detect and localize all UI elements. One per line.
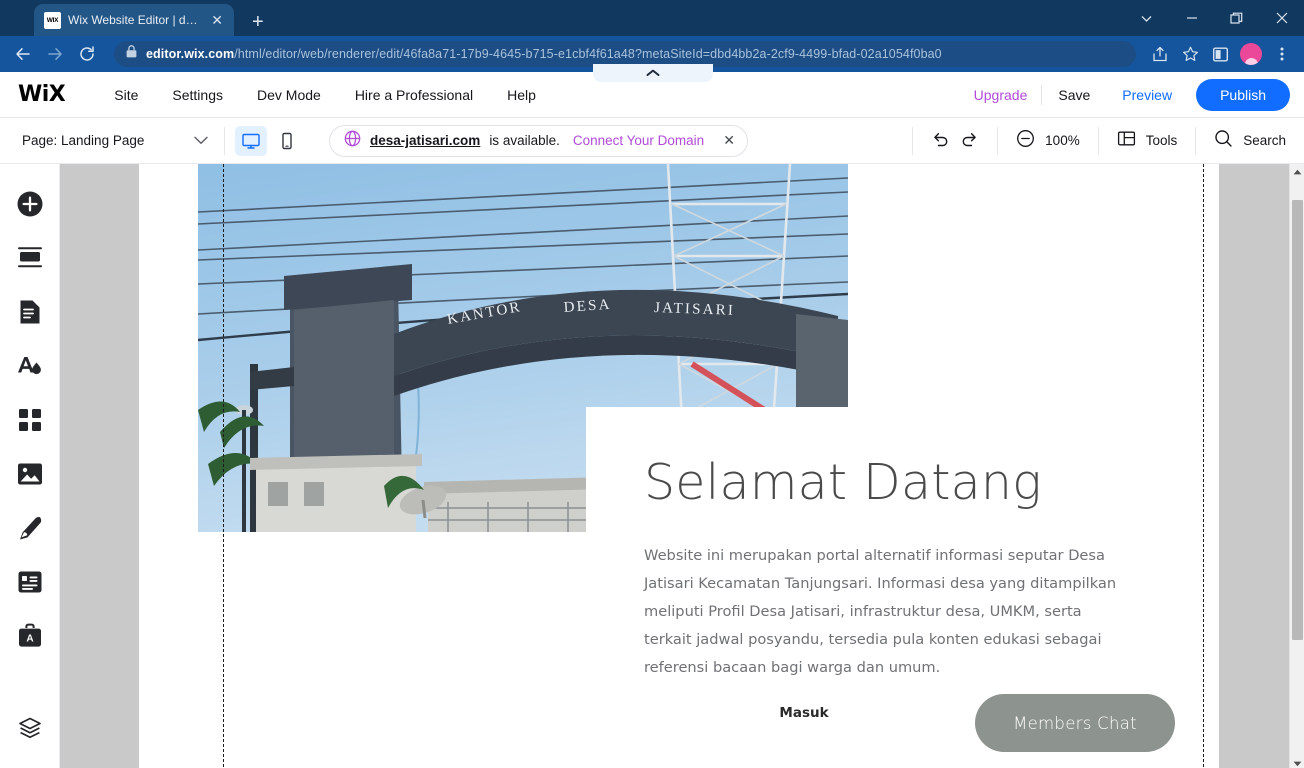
topbar-actions: Upgrade Save Preview Publish (960, 78, 1290, 111)
svg-text:A: A (26, 634, 33, 645)
zoom-group[interactable]: 100% (998, 118, 1098, 163)
editor-workspace: A KANTOR DESA JATISARI Selamat Datang We… (0, 164, 1304, 768)
media-icon[interactable] (12, 456, 48, 492)
content-manager-icon[interactable] (12, 564, 48, 600)
wix-logo[interactable]: WiX (18, 82, 66, 107)
add-section-icon[interactable] (12, 240, 48, 276)
profile-avatar[interactable] (1240, 43, 1262, 65)
layout-guide-right (1203, 164, 1204, 768)
scrollbar-thumb[interactable] (1292, 200, 1303, 640)
page-selector[interactable]: Page: Landing Page (0, 118, 224, 163)
browser-menu-kebab-icon[interactable] (1268, 40, 1296, 68)
viewport-toggle (225, 125, 313, 156)
new-tab-button[interactable]: + (252, 12, 264, 32)
publish-button[interactable]: Publish (1196, 78, 1290, 111)
undo-icon[interactable] (931, 129, 950, 153)
editor-canvas[interactable]: KANTOR DESA JATISARI Selamat Datang Webs… (60, 164, 1289, 768)
url-path: /html/editor/web/renderer/edit/46fa8a71-… (234, 47, 942, 61)
browser-tab[interactable]: WIX Wix Website Editor | desa-jatisari ✕ (34, 4, 234, 36)
collapse-toolbar-tab[interactable] (593, 64, 713, 82)
left-toolbar: A (0, 164, 60, 768)
members-chat-widget[interactable]: Members Chat (975, 694, 1175, 752)
canvas-vertical-scrollbar[interactable] (1289, 164, 1304, 768)
wix-favicon-icon: WIX (44, 11, 61, 29)
search-label: Search (1243, 133, 1286, 148)
layout-guide-left (223, 164, 224, 768)
bookmark-star-icon[interactable] (1176, 40, 1204, 68)
pages-menu-icon[interactable] (12, 294, 48, 330)
url-text: editor.wix.com/html/editor/web/renderer/… (146, 47, 942, 61)
domain-name-link[interactable]: desa-jatisari.com (370, 133, 480, 148)
forward-icon[interactable] (40, 39, 70, 69)
masuk-button[interactable]: Masuk (644, 705, 964, 721)
upgrade-link[interactable]: Upgrade (960, 87, 1042, 103)
business-tools-icon[interactable]: A (12, 618, 48, 654)
tools-label: Tools (1145, 133, 1178, 148)
hero-body-text[interactable]: Website ini merupakan portal alternatif … (644, 542, 1133, 682)
blog-icon[interactable] (12, 510, 48, 546)
desktop-view-button[interactable] (235, 125, 267, 156)
domain-banner: desa-jatisari.com is available. Connect … (329, 124, 748, 157)
search-icon (1214, 129, 1233, 153)
hero-title[interactable]: Selamat Datang (644, 456, 1133, 510)
svg-text:DESA: DESA (563, 297, 612, 316)
site-design-icon[interactable] (12, 348, 48, 384)
members-chat-label: Members Chat (1013, 713, 1137, 733)
add-element-icon[interactable] (12, 186, 48, 222)
scroll-up-arrow-icon[interactable] (1290, 164, 1304, 180)
chevron-down-icon (194, 132, 208, 150)
close-tab-icon[interactable]: ✕ (208, 11, 226, 29)
svg-text:JATISARI: JATISARI (654, 300, 735, 319)
maximize-icon[interactable] (1214, 0, 1259, 36)
side-panel-icon[interactable] (1206, 40, 1234, 68)
wix-editor-subbar: Page: Landing Page desa-jatisari.com is … (0, 118, 1304, 164)
menu-site[interactable]: Site (97, 87, 155, 103)
domain-status-text: is available. (489, 133, 560, 148)
menu-dev-mode[interactable]: Dev Mode (240, 87, 338, 103)
subbar-tools: 100% Tools Search (912, 118, 1304, 163)
close-window-icon[interactable] (1259, 0, 1304, 36)
menu-hire-a-professional[interactable]: Hire a Professional (338, 87, 490, 103)
avatar-icon (1244, 58, 1258, 65)
share-icon[interactable] (1146, 40, 1174, 68)
back-icon[interactable] (8, 39, 38, 69)
save-button[interactable]: Save (1042, 87, 1106, 103)
lock-icon (126, 45, 137, 63)
panels-icon (1117, 129, 1136, 153)
window-controls (1124, 0, 1304, 36)
chevron-up-icon (646, 69, 660, 76)
search-button[interactable]: Search (1196, 118, 1304, 163)
site-stage: KANTOR DESA JATISARI Selamat Datang Webs… (139, 164, 1219, 768)
close-domain-banner-icon[interactable]: ✕ (723, 132, 735, 149)
redo-icon[interactable] (960, 129, 979, 153)
menu-help[interactable]: Help (490, 87, 553, 103)
menu-settings[interactable]: Settings (155, 87, 240, 103)
mobile-view-button[interactable] (271, 126, 303, 156)
zoom-out-icon[interactable] (1016, 129, 1035, 153)
connect-domain-link[interactable]: Connect Your Domain (573, 133, 704, 148)
reload-icon[interactable] (72, 39, 102, 69)
apps-icon[interactable] (12, 402, 48, 438)
globe-icon (344, 130, 361, 152)
scroll-down-arrow-icon[interactable] (1290, 756, 1304, 768)
url-domain: editor.wix.com (146, 47, 235, 61)
layers-icon[interactable] (12, 710, 48, 746)
tab-title: Wix Website Editor | desa-jatisari (68, 13, 201, 27)
tab-search-chevron-down-icon[interactable] (1124, 0, 1169, 36)
minimize-icon[interactable] (1169, 0, 1214, 36)
zoom-level-label: 100% (1045, 133, 1080, 148)
tools-button[interactable]: Tools (1099, 118, 1196, 163)
history-group (913, 118, 997, 163)
page-selector-label: Page: Landing Page (22, 133, 145, 148)
browser-titlebar: WIX Wix Website Editor | desa-jatisari ✕… (0, 0, 1304, 36)
preview-button[interactable]: Preview (1106, 87, 1188, 103)
